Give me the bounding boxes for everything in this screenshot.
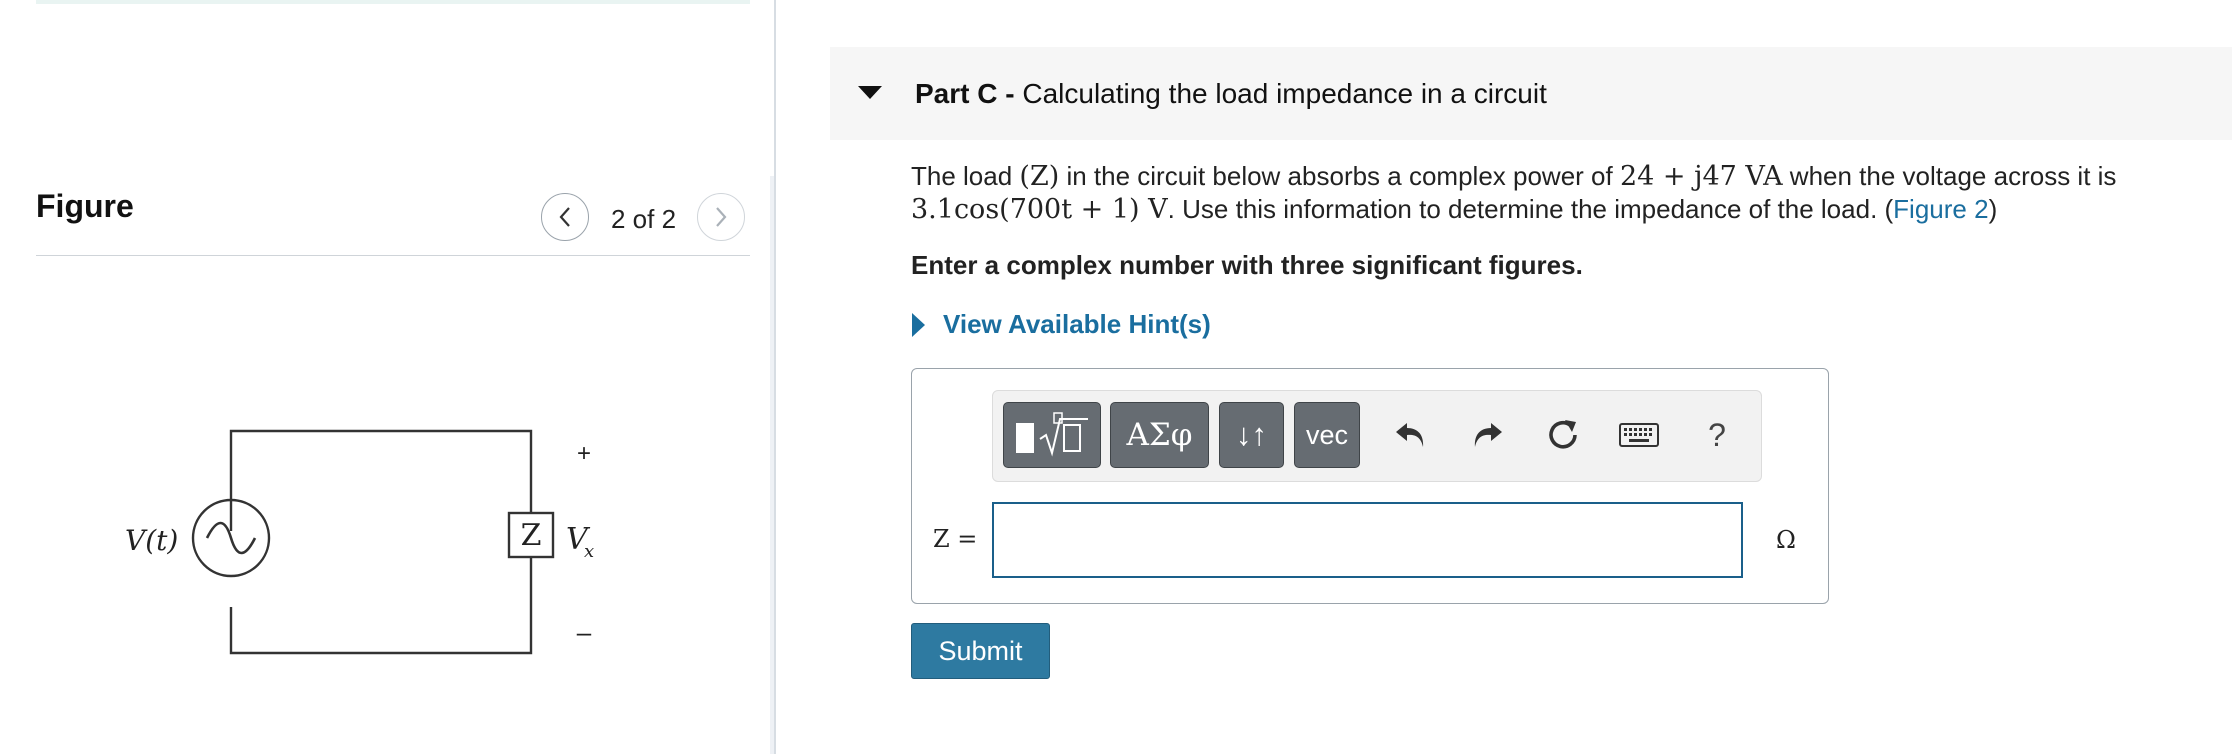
view-hints-link[interactable]: View Available Hint(s): [943, 309, 1211, 340]
figure-header-divider: [36, 255, 750, 256]
minus-sign: –: [577, 617, 592, 647]
reset-icon: [1549, 420, 1577, 449]
redo-icon: [1474, 423, 1502, 447]
circuit-wire-bottom: [229, 557, 533, 655]
vector-button[interactable]: vec: [1294, 402, 1360, 468]
keyboard-icon: [1619, 423, 1659, 447]
prompt-math-voltage: 3.1cos(700t + 1) V: [911, 194, 1168, 225]
instruction-text: Enter a complex number with three signif…: [911, 250, 1583, 280]
collapse-caret-icon[interactable]: [858, 86, 882, 99]
submit-button[interactable]: Submit: [911, 623, 1050, 679]
answer-variable-label: Z =: [933, 525, 978, 553]
load-label: Z: [521, 518, 542, 553]
figure-link[interactable]: Figure 2: [1893, 194, 1988, 224]
part-prefix: Part C -: [915, 78, 1015, 109]
prompt-text-4: . Use this information to determine the …: [1167, 194, 1894, 224]
templates-button[interactable]: [1003, 402, 1101, 468]
prompt-text-1: The load: [911, 161, 1020, 191]
keyboard-button[interactable]: [1618, 413, 1660, 457]
part-title-text: Calculating the load impedance in a circ…: [1014, 78, 1547, 109]
prompt-math-load: (Z): [1019, 161, 1060, 192]
redo-button[interactable]: [1465, 413, 1509, 457]
unit-label: Ω: [1776, 526, 1796, 554]
prompt-math-power: 24 + j47 VA: [1619, 161, 1783, 192]
panel-divider[interactable]: [774, 0, 776, 754]
prompt-text-5: ): [1988, 194, 1998, 224]
undo-button[interactable]: [1389, 413, 1433, 457]
voltage-subscript: x: [584, 541, 594, 562]
answer-input[interactable]: [992, 502, 1743, 578]
source-label: V(t): [125, 524, 178, 557]
prompt-text-2: in the circuit below absorbs a complex p…: [1059, 161, 1620, 191]
plus-sign: +: [577, 440, 591, 467]
reset-button[interactable]: [1541, 413, 1585, 457]
circuit-diagram: V(t) Z V x + –: [125, 429, 594, 655]
top-accent-strip: [36, 0, 750, 4]
previous-figure-button[interactable]: [541, 193, 589, 241]
chevron-right-icon: [716, 207, 727, 227]
figure-counter: 2 of 2: [611, 204, 677, 234]
arrows-button[interactable]: ↓↑: [1219, 402, 1284, 468]
help-button[interactable]: ?: [1695, 413, 1739, 457]
templates-sqrt-icon: [1016, 412, 1088, 457]
hint-caret-icon[interactable]: [912, 313, 925, 337]
next-figure-button[interactable]: [697, 193, 745, 241]
chevron-left-icon: [559, 207, 570, 227]
greek-symbols-button[interactable]: ΑΣφ: [1110, 402, 1209, 468]
figure-title: Figure: [36, 188, 134, 224]
part-title: Part C - Calculating the load impedance …: [915, 78, 1547, 110]
prompt-text-3: when the voltage across it is: [1782, 161, 2117, 191]
question-prompt: The load (Z) in the circuit below absorb…: [911, 160, 2141, 226]
undo-icon: [1396, 423, 1424, 447]
circuit-wire-top: [229, 429, 533, 531]
